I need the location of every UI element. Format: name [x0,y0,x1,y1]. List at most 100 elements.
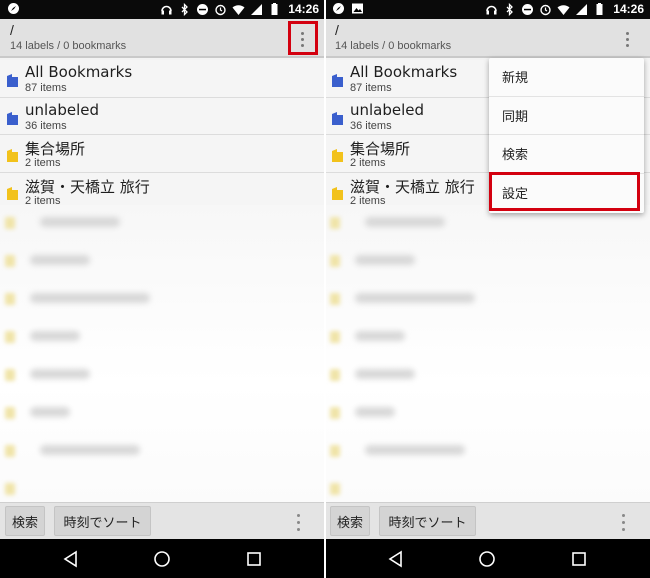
label-count-subtitle: 14 labels / 0 bookmarks [335,40,452,52]
blurred-folder-icon [330,407,340,419]
bottom-more-button[interactable] [295,509,301,535]
system-nav-bar [0,539,325,578]
status-clock: 14:26 [288,2,319,16]
blurred-folder-icon [5,407,15,419]
list-item-title: All Bookmarks [350,63,458,81]
blue-folder-icon [332,74,343,87]
home-icon[interactable] [153,550,171,568]
blurred-row [30,255,90,265]
list-item-count: 36 items [350,119,392,132]
bottom-more-button[interactable] [620,509,626,535]
battery-icon [268,3,281,16]
bluetooth-icon [178,3,191,16]
list-item-title: All Bookmarks [25,63,133,81]
system-nav-bar [325,539,650,578]
headphones-icon [485,3,498,16]
search-button[interactable]: 検索 [5,506,45,536]
list-item-count: 2 items [350,157,386,169]
screen-divider [324,0,326,578]
list-item-count: 87 items [350,82,392,94]
blurred-folder-icon [330,293,340,305]
do-not-disturb-icon [196,3,209,16]
blurred-row [40,217,120,227]
status-bar: 14:26 [0,0,325,19]
menu-item-search[interactable]: 検索 [489,135,644,174]
headphones-icon [160,3,173,16]
blurred-list-region [0,205,325,502]
blurred-folder-icon [5,483,15,495]
app-bar: / 14 labels / 0 bookmarks [325,19,650,58]
blurred-folder-icon [5,293,15,305]
list-item-title: unlabeled [25,100,100,119]
app-bar: / 14 labels / 0 bookmarks [0,19,325,58]
compass-icon [332,2,345,15]
more-vert-dot [296,520,300,524]
yellow-folder-icon [332,149,343,162]
left-screen: 14:26 / 14 labels / 0 bookmarks All Book… [0,0,325,578]
alarm-icon [539,3,552,16]
menu-item-new[interactable]: 新規 [489,58,644,97]
more-vert-icon [621,513,625,517]
search-button[interactable]: 検索 [330,506,370,536]
do-not-disturb-icon [521,3,534,16]
blurred-folder-icon [5,217,15,229]
more-vert-dot [621,520,625,524]
home-icon[interactable] [478,550,496,568]
back-icon[interactable] [62,550,80,568]
recents-icon[interactable] [570,550,588,568]
bluetooth-icon [503,3,516,16]
list-item-count: 2 items [25,157,61,169]
blurred-row [30,331,80,341]
blurred-folder-icon [330,369,340,381]
blurred-row [365,217,445,227]
status-bar: 14:26 [325,0,650,19]
blurred-row [40,445,140,455]
more-vert-icon [625,31,629,35]
list-item[interactable]: All Bookmarks 87 items [0,60,325,98]
sort-by-time-button[interactable]: 時刻でソート [379,506,476,536]
blurred-folder-icon [330,445,340,457]
blurred-row [30,293,150,303]
yellow-folder-icon [7,186,18,200]
back-icon[interactable] [387,550,405,568]
blurred-row [365,445,465,455]
menu-item-sync[interactable]: 同期 [489,97,644,135]
cellular-signal-icon [250,3,263,16]
bottom-action-bar: 検索 時刻でソート [0,502,325,539]
blurred-folder-icon [330,331,340,343]
more-vert-icon [296,513,300,517]
label-count-subtitle: 14 labels / 0 bookmarks [10,40,127,52]
blurred-folder-icon [5,445,15,457]
more-vert-dot [296,527,300,531]
blue-folder-icon [332,111,343,125]
more-vert-dot [625,37,629,41]
blurred-row [30,369,90,379]
list-item[interactable]: unlabeled 36 items [0,97,325,135]
blurred-folder-icon [330,217,340,229]
blurred-folder-icon [5,255,15,267]
blurred-row [355,293,475,303]
sort-by-time-button[interactable]: 時刻でソート [54,506,151,536]
blurred-row [355,331,405,341]
list-item[interactable]: 集合場所 2 items [0,135,325,173]
yellow-folder-icon [7,149,18,162]
compass-icon [7,2,20,15]
image-icon [351,2,364,15]
recents-icon[interactable] [245,550,263,568]
current-path: / [10,22,14,38]
blurred-row [355,407,395,417]
blurred-folder-icon [5,369,15,381]
list-item-title: 滋賀・天橋立 旅行 [25,177,150,196]
alarm-icon [214,3,227,16]
blurred-row [30,407,70,417]
yellow-folder-icon [332,186,343,200]
overflow-menu-button[interactable] [614,24,640,54]
cellular-signal-icon [575,3,588,16]
highlight-overflow-button [288,21,318,55]
list-item-count: 87 items [25,82,67,94]
battery-icon [593,3,606,16]
blurred-row [355,369,415,379]
list-item-title: 集合場所 [350,140,411,158]
list-item-title: unlabeled [350,100,425,119]
blue-folder-icon [7,74,18,87]
